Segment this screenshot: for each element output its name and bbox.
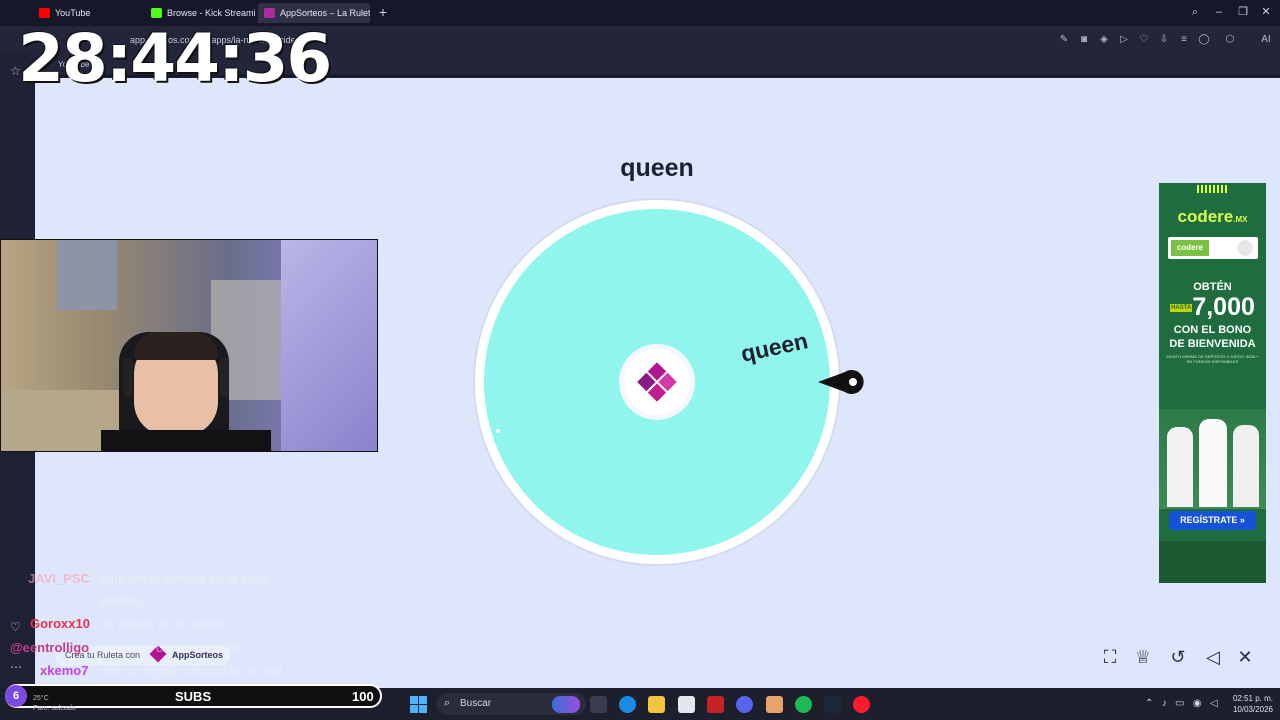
- close-window-button[interactable]: ✕: [1258, 4, 1274, 20]
- headphone-right: [219, 358, 229, 398]
- close-icon[interactable]: ✕: [1234, 646, 1256, 668]
- sound-icon[interactable]: ◁: [1202, 646, 1224, 668]
- ad-amount: HASTA7,000: [1170, 293, 1255, 321]
- chat-text: de donde es la queen: [99, 616, 225, 631]
- profile-icon[interactable]: ◯: [1198, 34, 1210, 46]
- opera-icon[interactable]: [853, 696, 870, 713]
- real-madrid-crest-icon: [1237, 240, 1253, 256]
- ad-fine-print: MONTO MÍNIMO DE DEPÓSITO Y JUEGO: $200 +…: [1166, 354, 1259, 364]
- hair: [134, 332, 218, 360]
- game-app-icon[interactable]: [766, 696, 783, 713]
- wheel-dot: [496, 429, 500, 433]
- weather-widget[interactable]: 25°C Parc. soleado: [33, 694, 76, 714]
- extension-icon[interactable]: ⬡: [1224, 34, 1236, 46]
- minimize-button[interactable]: –: [1211, 4, 1227, 20]
- system-tray[interactable]: ⌃ ♪ ▭ ◉ ◁: [1145, 698, 1218, 709]
- edit-icon[interactable]: ✎: [1058, 34, 1070, 46]
- more-icon[interactable]: ⋯: [10, 660, 22, 674]
- file-explorer-icon[interactable]: [590, 696, 607, 713]
- new-tab-button[interactable]: +: [376, 4, 390, 20]
- heart-sidebar-icon[interactable]: ♡: [10, 620, 21, 634]
- spin-wheel[interactable]: queen: [470, 195, 870, 575]
- chat-message: perritas: [100, 593, 143, 608]
- windows-start-icon[interactable]: [410, 696, 427, 713]
- fullscreen-icon[interactable]: ⛶: [1099, 646, 1121, 668]
- codere-ad[interactable]: codere.MX codere OBTÉN HASTA7,000 CON EL…: [1159, 183, 1266, 583]
- chat-text: star: yo regalo otra pizza al chat: [98, 663, 283, 678]
- wheel-hub: [624, 349, 690, 415]
- wheel-result-title: queen: [620, 154, 694, 182]
- chat-text: perritas: [100, 593, 144, 608]
- headphone-left: [123, 358, 133, 398]
- download-icon[interactable]: ⇩: [1158, 34, 1170, 46]
- youtube-icon: [39, 8, 50, 18]
- shield-icon[interactable]: ◈: [1098, 34, 1110, 46]
- reset-icon[interactable]: ↺: [1167, 646, 1189, 668]
- folder-icon[interactable]: [648, 696, 665, 713]
- discord-icon[interactable]: [736, 696, 753, 713]
- steam-icon[interactable]: [824, 696, 841, 713]
- subs-badge: 6: [5, 685, 27, 707]
- ad-players-image: [1159, 409, 1266, 509]
- ad-bono: CON EL BONO DE BIENVENIDA: [1169, 324, 1256, 350]
- maximize-button[interactable]: ❐: [1235, 4, 1251, 20]
- menu-icon[interactable]: ≡: [1178, 34, 1190, 46]
- chat-message: xkemo7 star: yo regalo otra pizza al cha…: [40, 663, 282, 678]
- edge-icon[interactable]: [619, 696, 636, 713]
- ad-brand: codere.MX: [1177, 207, 1248, 226]
- camera-icon[interactable]: ◙: [1078, 34, 1090, 46]
- ad-headline: OBTÉN: [1193, 281, 1232, 293]
- play-icon[interactable]: ▷: [1118, 34, 1130, 46]
- chat-message: Goroxx10 de donde es la queen: [30, 616, 225, 631]
- spotify-icon[interactable]: [795, 696, 812, 713]
- subs-count: 100: [352, 689, 374, 704]
- chat-message: JAVI_PSC aqui tengo comida en la casa: [28, 571, 269, 586]
- chat-text: quiero mi carrito de shein: [98, 640, 245, 655]
- copilot-icon[interactable]: [552, 696, 580, 713]
- search-icon: ⌕: [444, 697, 451, 709]
- ad-badge-logo: codere: [1171, 240, 1209, 256]
- taskbar-clock[interactable]: 02:51 p. m. 10/03/2026: [1225, 693, 1273, 715]
- ad-footer: [1159, 541, 1266, 583]
- chat-message: @eentrolligo quiero mi carrito de shein: [10, 640, 245, 655]
- appsorteos-icon: [264, 8, 275, 18]
- subs-label: SUBS: [175, 689, 212, 704]
- kick-icon: [151, 8, 162, 18]
- window-frame: [57, 240, 117, 310]
- ai-icon[interactable]: AI: [1256, 34, 1276, 46]
- stream-timer: 28:44:36: [18, 20, 332, 97]
- taskbar-search-label: Buscar: [460, 698, 492, 709]
- ad-register-button[interactable]: REGÍSTRATE »: [1169, 511, 1256, 530]
- chat-text: aqui tengo comida en la casa: [99, 571, 269, 586]
- chat-user: Goroxx10: [30, 616, 90, 631]
- panel-wall: [281, 240, 377, 451]
- search-tabs-icon[interactable]: ⌕: [1187, 4, 1203, 20]
- trophy-icon[interactable]: ♕: [1132, 646, 1154, 668]
- shirt: [101, 430, 271, 451]
- chat-user: @eentrolligo: [10, 640, 90, 655]
- ad-stripes: [1197, 185, 1227, 193]
- tab-label: Browse - Kick Streaming: [167, 8, 255, 18]
- chat-user: xkemo7: [40, 663, 89, 678]
- tab-label: YouTube: [55, 8, 91, 18]
- obs-app-icon[interactable]: [707, 696, 724, 713]
- store-icon[interactable]: [678, 696, 695, 713]
- heart-icon[interactable]: ♡: [1138, 34, 1150, 46]
- tab-label: AppSorteos – La Ruleta de: [280, 8, 370, 18]
- chat-user: JAVI_PSC: [28, 571, 90, 586]
- webcam-feed: [0, 239, 378, 452]
